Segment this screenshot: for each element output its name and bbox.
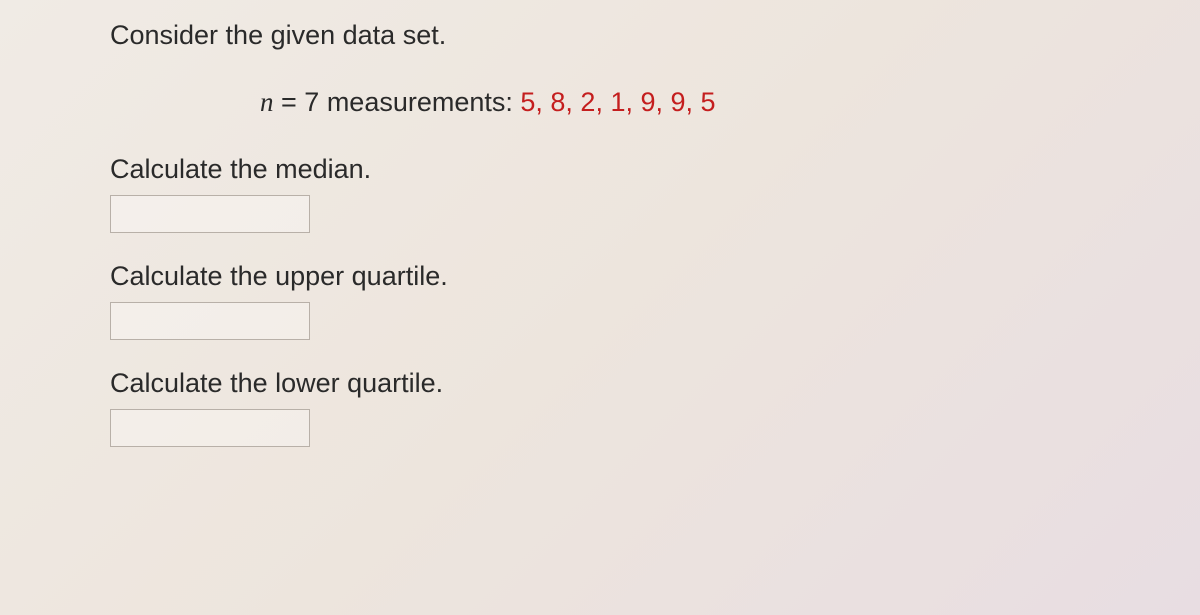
variable-n: n xyxy=(260,87,274,117)
intro-text: Consider the given data set. xyxy=(110,20,1090,51)
equals-sign: = xyxy=(274,87,305,117)
lower-quartile-input[interactable] xyxy=(110,409,310,447)
data-values: 5, 8, 2, 1, 9, 9, 5 xyxy=(520,87,715,117)
question-prompt: Calculate the lower quartile. xyxy=(110,368,1090,399)
question-prompt: Calculate the upper quartile. xyxy=(110,261,1090,292)
upper-quartile-input[interactable] xyxy=(110,302,310,340)
measurements-label: measurements: xyxy=(319,87,520,117)
equation-line: n = 7 measurements: 5, 8, 2, 1, 9, 9, 5 xyxy=(110,87,1090,118)
median-input[interactable] xyxy=(110,195,310,233)
question-median: Calculate the median. xyxy=(110,154,1090,233)
question-prompt: Calculate the median. xyxy=(110,154,1090,185)
question-content: Consider the given data set. n = 7 measu… xyxy=(110,20,1090,447)
question-lower-quartile: Calculate the lower quartile. xyxy=(110,368,1090,447)
count-value: 7 xyxy=(304,87,319,117)
question-upper-quartile: Calculate the upper quartile. xyxy=(110,261,1090,340)
